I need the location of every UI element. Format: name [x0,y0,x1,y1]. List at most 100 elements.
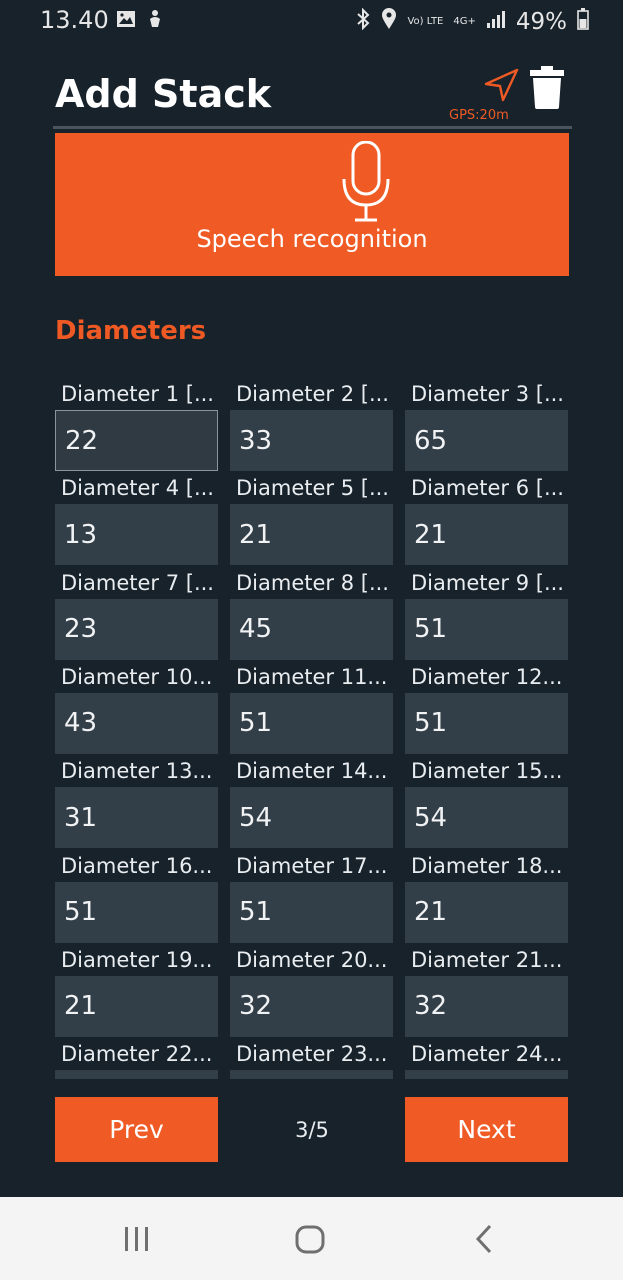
diameter-input[interactable] [405,692,568,754]
diameter-label: Diameter 15... [411,759,563,784]
diameter-label: Diameter 4 [... [61,476,214,501]
diameter-label: Diameter 18... [411,853,563,878]
recent-apps-icon [125,1227,148,1251]
diameter-input[interactable] [405,787,568,849]
diameter-input[interactable] [230,881,393,943]
volte-indicator: Vo) LTE [407,16,444,27]
diameter-cell: Diameter 17... [230,848,393,943]
diameter-input[interactable] [230,787,393,849]
diameter-label: Diameter 9 [... [411,570,564,595]
diameter-input[interactable] [405,881,568,943]
status-time: 13.40 [40,6,109,34]
diameter-cell: Diameter 1 [... [55,376,218,471]
signal-icon [486,10,506,35]
recent-apps-button[interactable] [122,1219,152,1263]
diameter-cell: Diameter 11... [230,659,393,754]
diameter-cell: Diameter 20... [230,942,393,1037]
navigation-arrow-icon [484,68,519,102]
diameter-label: Diameter 12... [411,664,563,689]
diameter-input[interactable] [405,975,568,1037]
diameter-input[interactable] [55,975,218,1037]
diameter-input[interactable] [55,1070,218,1079]
home-icon [295,1225,325,1254]
accessibility-icon [146,9,164,33]
back-icon [475,1224,492,1254]
speech-recognition-label: Speech recognition [196,225,428,253]
diameter-input[interactable] [405,1070,568,1079]
diameter-label: Diameter 17... [236,853,388,878]
diameter-label: Diameter 5 [... [236,476,389,501]
header-divider [53,126,572,129]
home-button[interactable] [294,1219,328,1263]
diameter-input[interactable] [55,598,218,660]
diameter-label: Diameter 14... [236,759,388,784]
delete-button[interactable] [530,66,564,114]
diameter-label: Diameter 3 [... [411,382,564,406]
diameter-label: Diameter 23... [236,1042,388,1067]
next-button[interactable]: Next [405,1097,568,1162]
prev-button[interactable]: Prev [55,1097,218,1162]
diameter-label: Diameter 1 [... [61,382,214,406]
diameters-grid: Diameter 1 [... Diameter 2 [... Diameter 3… [55,376,569,1079]
diameter-input[interactable] [55,504,218,566]
diameter-label: Diameter 2 [... [236,382,389,406]
diameter-input[interactable] [230,410,393,471]
network-indicator: 4G+ [453,16,476,27]
diameter-input[interactable] [405,598,568,660]
diameter-label: Diameter 6 [... [411,476,564,501]
diameters-heading: Diameters [55,316,207,346]
diameter-cell: Diameter 9 [... [405,565,568,660]
diameter-input[interactable] [405,504,568,566]
diameter-input[interactable] [55,881,218,943]
diameter-input[interactable] [405,410,568,471]
diameter-input[interactable] [230,504,393,566]
bluetooth-icon [355,7,371,36]
diameter-cell: Diameter 10... [55,659,218,754]
gps-button[interactable]: GPS:20m [449,64,521,123]
gps-accuracy-label: GPS:20m [449,108,509,123]
diameter-input[interactable] [230,1070,393,1079]
diameter-input[interactable] [55,692,218,754]
trash-icon [530,66,564,109]
diameter-input[interactable] [230,598,393,660]
diameter-cell: Diameter 5 [... [230,470,393,566]
microphone-icon [342,141,390,222]
diameter-label: Diameter 22... [61,1042,213,1067]
diameter-label: Diameter 24... [411,1042,563,1067]
diameter-cell: Diameter 12... [405,659,568,754]
diameter-cell: Diameter 2 [... [230,376,393,471]
diameter-cell: Diameter 13... [55,753,218,849]
diameter-cell: Diameter 19... [55,942,218,1037]
diameter-cell: Diameter 21... [405,942,568,1037]
system-nav-bar [0,1197,623,1280]
diameter-cell: Diameter 16... [55,848,218,943]
back-button[interactable] [472,1219,496,1263]
diameter-label: Diameter 16... [61,853,213,878]
diameter-input[interactable] [55,410,218,471]
diameter-label: Diameter 8 [... [236,570,389,595]
diameter-cell: Diameter 7 [... [55,565,218,660]
diameter-input[interactable] [55,787,218,849]
status-bar: 13.40 Vo) LTE 4G+ 49% [0,0,623,44]
diameter-cell: Diameter 4 [... [55,470,218,566]
diameter-label: Diameter 10... [61,664,213,689]
gallery-icon [116,10,136,32]
diameter-cell: Diameter 23... [230,1036,393,1079]
diameter-label: Diameter 13... [61,759,213,784]
diameter-input[interactable] [230,975,393,1037]
diameter-label: Diameter 11... [236,664,388,689]
diameter-cell: Diameter 3 [... [405,376,568,471]
diameter-cell: Diameter 15... [405,753,568,849]
diameter-cell: Diameter 6 [... [405,470,568,566]
diameter-cell: Diameter 22... [55,1036,218,1079]
diameter-label: Diameter 19... [61,947,213,972]
diameter-cell: Diameter 24... [405,1036,568,1079]
diameter-input[interactable] [230,692,393,754]
diameter-cell: Diameter 8 [... [230,565,393,660]
diameter-label: Diameter 20... [236,947,388,972]
speech-recognition-button[interactable]: Speech recognition [55,133,569,276]
location-icon [381,8,397,36]
diameter-cell: Diameter 14... [230,753,393,849]
battery-percent: 49% [515,9,567,35]
app-header: Add Stack GPS:20m [0,52,623,132]
